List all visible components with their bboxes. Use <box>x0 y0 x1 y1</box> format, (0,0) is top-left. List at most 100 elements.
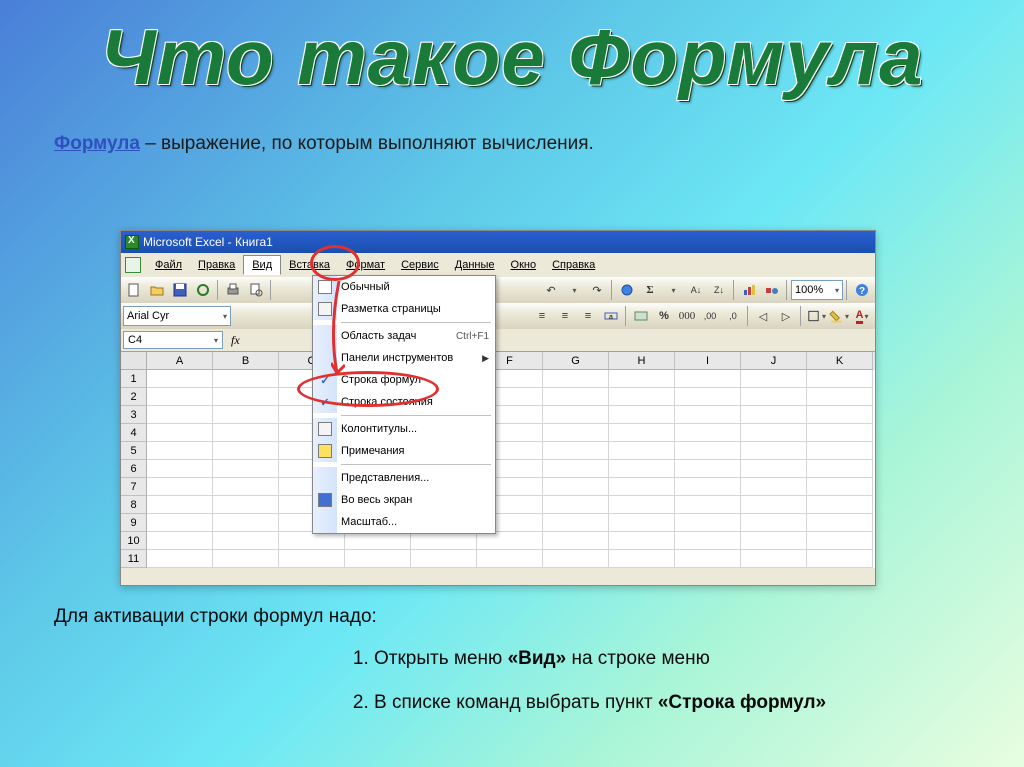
cell[interactable] <box>609 460 675 478</box>
cell[interactable] <box>609 496 675 514</box>
cell[interactable] <box>213 550 279 568</box>
sort-asc-icon[interactable]: A↓ <box>685 279 707 301</box>
cell[interactable] <box>543 406 609 424</box>
sort-desc-icon[interactable]: Z↓ <box>708 279 730 301</box>
column-header[interactable]: G <box>543 352 609 370</box>
row-header[interactable]: 3 <box>121 406 147 424</box>
print-icon[interactable] <box>222 279 244 301</box>
cell[interactable] <box>543 550 609 568</box>
cell[interactable] <box>213 388 279 406</box>
name-box[interactable]: C4 <box>123 331 223 349</box>
menu-format[interactable]: Формат <box>338 256 393 274</box>
merge-center-icon[interactable]: a <box>600 305 622 327</box>
cell[interactable] <box>543 532 609 550</box>
cell[interactable] <box>543 460 609 478</box>
open-icon[interactable] <box>146 279 168 301</box>
undo-icon[interactable]: ↶ <box>540 279 562 301</box>
cell[interactable] <box>741 460 807 478</box>
cell[interactable] <box>675 370 741 388</box>
view-task-pane-item[interactable]: Область задач Ctrl+F1 <box>313 325 495 347</box>
align-left-icon[interactable]: ≡ <box>531 305 553 327</box>
cell[interactable] <box>213 460 279 478</box>
row-header[interactable]: 4 <box>121 424 147 442</box>
borders-icon[interactable] <box>805 305 827 327</box>
cell[interactable] <box>675 460 741 478</box>
cell[interactable] <box>675 514 741 532</box>
cell[interactable] <box>213 424 279 442</box>
font-color-icon[interactable]: A <box>851 305 873 327</box>
row-header[interactable]: 1 <box>121 370 147 388</box>
new-icon[interactable] <box>123 279 145 301</box>
menu-view[interactable]: Вид <box>243 255 281 275</box>
cell[interactable] <box>147 442 213 460</box>
autosum-dropdown-icon[interactable] <box>662 279 684 301</box>
cell[interactable] <box>147 406 213 424</box>
menu-edit[interactable]: Правка <box>190 256 243 274</box>
cell[interactable] <box>279 532 345 550</box>
cell[interactable] <box>675 532 741 550</box>
help-icon[interactable]: ? <box>851 279 873 301</box>
cell[interactable] <box>213 442 279 460</box>
cell[interactable] <box>213 406 279 424</box>
cell[interactable] <box>147 496 213 514</box>
cell[interactable] <box>609 478 675 496</box>
cell[interactable] <box>675 496 741 514</box>
cell[interactable] <box>741 514 807 532</box>
row-header[interactable]: 5 <box>121 442 147 460</box>
row-header[interactable]: 9 <box>121 514 147 532</box>
cell[interactable] <box>411 550 477 568</box>
cell[interactable] <box>741 478 807 496</box>
cell[interactable] <box>741 550 807 568</box>
cell[interactable] <box>345 550 411 568</box>
column-header[interactable]: I <box>675 352 741 370</box>
cell[interactable] <box>741 532 807 550</box>
comma-icon[interactable]: 000 <box>676 305 698 327</box>
view-full-screen-item[interactable]: Во весь экран <box>313 489 495 511</box>
cell[interactable] <box>543 370 609 388</box>
menu-window[interactable]: Окно <box>503 256 545 274</box>
cell[interactable] <box>147 370 213 388</box>
menu-file[interactable]: Файл <box>147 256 190 274</box>
view-toolbars-item[interactable]: Панели инструментов ▶ <box>313 347 495 369</box>
cell[interactable] <box>213 496 279 514</box>
view-formula-bar-item[interactable]: ✓ Строка формул <box>313 369 495 391</box>
cell[interactable] <box>675 424 741 442</box>
save-icon[interactable] <box>169 279 191 301</box>
cell[interactable] <box>147 388 213 406</box>
cell[interactable] <box>477 550 543 568</box>
cell[interactable] <box>345 532 411 550</box>
cell[interactable] <box>213 478 279 496</box>
permission-icon[interactable] <box>192 279 214 301</box>
redo-icon[interactable]: ↷ <box>586 279 608 301</box>
cell[interactable] <box>807 478 873 496</box>
increase-decimal-icon[interactable]: ,00 <box>699 305 721 327</box>
column-header[interactable]: A <box>147 352 213 370</box>
cell[interactable] <box>807 388 873 406</box>
cell[interactable] <box>609 514 675 532</box>
cell[interactable] <box>147 532 213 550</box>
font-name-combo[interactable]: Arial Cyr <box>123 306 231 326</box>
cell[interactable] <box>543 478 609 496</box>
cell[interactable] <box>609 406 675 424</box>
print-preview-icon[interactable] <box>245 279 267 301</box>
cell[interactable] <box>741 406 807 424</box>
cell[interactable] <box>147 514 213 532</box>
cell[interactable] <box>147 478 213 496</box>
menu-insert[interactable]: Вставка <box>281 256 338 274</box>
cell[interactable] <box>807 424 873 442</box>
menu-help[interactable]: Справка <box>544 256 603 274</box>
cell[interactable] <box>609 388 675 406</box>
cell[interactable] <box>807 532 873 550</box>
decrease-decimal-icon[interactable]: ,0 <box>722 305 744 327</box>
row-header[interactable]: 7 <box>121 478 147 496</box>
cell[interactable] <box>675 406 741 424</box>
cell[interactable] <box>147 460 213 478</box>
column-header[interactable]: J <box>741 352 807 370</box>
menu-tools[interactable]: Сервис <box>393 256 447 274</box>
cell[interactable] <box>609 424 675 442</box>
cell[interactable] <box>543 442 609 460</box>
increase-indent-icon[interactable]: ▷ <box>775 305 797 327</box>
view-status-bar-item[interactable]: ✓ Строка состояния <box>313 391 495 413</box>
column-header[interactable]: B <box>213 352 279 370</box>
cell[interactable] <box>147 424 213 442</box>
